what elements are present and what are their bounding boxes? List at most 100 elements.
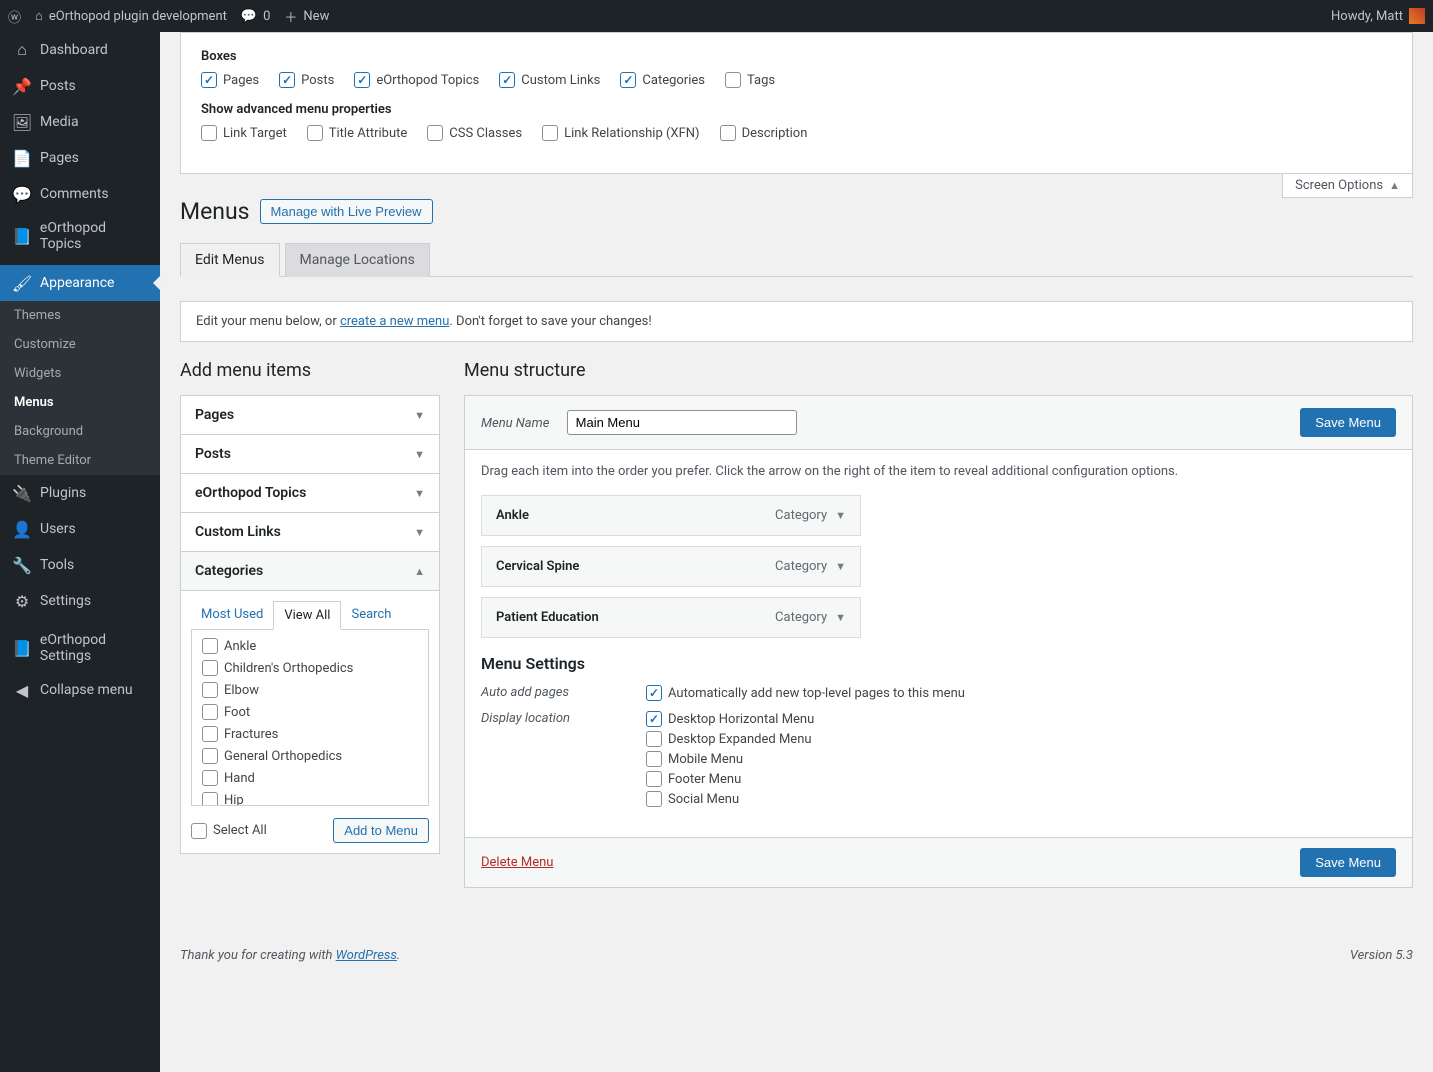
category-label: Foot — [224, 705, 250, 720]
checkbox-icon — [720, 125, 736, 141]
menu-icon: ⚙ — [12, 591, 32, 611]
screen-options-tab[interactable]: Screen Options ▲ — [1282, 174, 1413, 198]
checkbox-icon — [279, 72, 295, 88]
inner-tab-most-used[interactable]: Most Used — [191, 601, 273, 629]
sidebar-item-settings[interactable]: ⚙Settings — [0, 583, 160, 619]
sidebar-item-label: eOrthopod Topics — [40, 220, 148, 252]
location-cb-footer-menu[interactable]: Footer Menu — [646, 771, 1396, 787]
advanced-cb-link-relationship-xfn-[interactable]: Link Relationship (XFN) — [542, 125, 699, 141]
menu-icon: 🖌 — [12, 273, 32, 293]
category-cb-hip[interactable]: Hip — [202, 792, 418, 806]
notice-prefix: Edit your menu below, or — [196, 314, 340, 329]
menu-item-patient-education[interactable]: Patient EducationCategory ▼ — [481, 597, 861, 638]
chevron-down-icon[interactable]: ▼ — [835, 611, 846, 624]
location-cb-desktop-horizontal-menu[interactable]: Desktop Horizontal Menu — [646, 711, 1396, 727]
category-cb-ankle[interactable]: Ankle — [202, 638, 418, 654]
greeting-text: Howdy, Matt — [1331, 9, 1403, 24]
sidebar-item-label: Plugins — [40, 485, 86, 501]
delete-menu-link[interactable]: Delete Menu — [481, 855, 553, 870]
menu-item-cervical-spine[interactable]: Cervical SpineCategory ▼ — [481, 546, 861, 587]
accordion-header-pages[interactable]: Pages▼ — [181, 396, 439, 434]
sidebar-item-tools[interactable]: 🔧Tools — [0, 547, 160, 583]
advanced-cb-link-target[interactable]: Link Target — [201, 125, 287, 141]
checkbox-label: Tags — [747, 73, 775, 88]
category-label: Hip — [224, 793, 244, 807]
sidebar-item-collapse-menu[interactable]: ◀Collapse menu — [0, 672, 160, 708]
auto-add-checkbox[interactable]: Automatically add new top-level pages to… — [646, 685, 1396, 701]
tab-edit-menus[interactable]: Edit Menus — [180, 243, 280, 277]
menu-item-type: Category ▼ — [775, 610, 846, 625]
new-content-link[interactable]: ＋New — [284, 7, 329, 26]
sidebar-item-plugins[interactable]: 🔌Plugins — [0, 475, 160, 511]
box-cb-posts[interactable]: Posts — [279, 72, 334, 88]
select-all-checkbox[interactable]: Select All — [191, 823, 267, 839]
menu-name-input[interactable] — [567, 410, 797, 435]
home-icon: ⌂ — [35, 8, 43, 24]
category-cb-general-orthopedics[interactable]: General Orthopedics — [202, 748, 418, 764]
accordion-label: Custom Links — [195, 524, 281, 540]
box-cb-tags[interactable]: Tags — [725, 72, 775, 88]
submenu-item-widgets[interactable]: Widgets — [0, 359, 160, 388]
user-account-link[interactable]: Howdy, Matt — [1331, 8, 1425, 24]
inner-tab-view-all[interactable]: View All — [273, 601, 341, 630]
submenu-item-themes[interactable]: Themes — [0, 301, 160, 330]
sidebar-item-dashboard[interactable]: ⌂Dashboard — [0, 32, 160, 68]
sidebar-item-media[interactable]: 🖼Media — [0, 104, 160, 140]
category-cb-fractures[interactable]: Fractures — [202, 726, 418, 742]
category-cb-children-s-orthopedics[interactable]: Children's Orthopedics — [202, 660, 418, 676]
accordion-header-posts[interactable]: Posts▼ — [181, 435, 439, 473]
create-menu-link[interactable]: create a new menu — [340, 314, 449, 329]
sidebar-item-eorthopod-topics[interactable]: 📘eOrthopod Topics — [0, 212, 160, 260]
accordion-header-eorthopod-topics[interactable]: eOrthopod Topics▼ — [181, 474, 439, 512]
checkbox-label: eOrthopod Topics — [376, 73, 479, 88]
box-cb-pages[interactable]: Pages — [201, 72, 259, 88]
advanced-cb-css-classes[interactable]: CSS Classes — [427, 125, 522, 141]
nav-tabs: Edit MenusManage Locations — [180, 243, 1413, 277]
tab-manage-locations[interactable]: Manage Locations — [285, 243, 430, 277]
wordpress-link[interactable]: WordPress — [336, 948, 397, 963]
location-cb-social-menu[interactable]: Social Menu — [646, 791, 1396, 807]
save-menu-button-bottom[interactable]: Save Menu — [1300, 848, 1396, 877]
accordion-header-categories[interactable]: Categories▲ — [181, 552, 439, 590]
menu-item-ankle[interactable]: AnkleCategory ▼ — [481, 495, 861, 536]
box-cb-categories[interactable]: Categories — [620, 72, 705, 88]
auto-add-label: Auto add pages — [481, 685, 646, 705]
site-link[interactable]: ⌂eOrthopod plugin development — [35, 8, 227, 24]
live-preview-button[interactable]: Manage with Live Preview — [260, 199, 433, 224]
sidebar-item-pages[interactable]: 📄Pages — [0, 140, 160, 176]
category-label: Elbow — [224, 683, 259, 698]
checkbox-label: Categories — [642, 73, 705, 88]
sidebar-item-comments[interactable]: 💬Comments — [0, 176, 160, 212]
submenu-item-customize[interactable]: Customize — [0, 330, 160, 359]
chevron-down-icon[interactable]: ▼ — [835, 509, 846, 522]
category-list[interactable]: Ankle Children's Orthopedics Elbow Foot Frac… — [191, 630, 429, 806]
submenu-item-background[interactable]: Background — [0, 417, 160, 446]
add-items-accordion: Pages▼Posts▼eOrthopod Topics▼Custom Link… — [180, 395, 440, 854]
wp-logo-icon[interactable]: ⓦ — [8, 7, 21, 26]
submenu-item-menus[interactable]: Menus — [0, 388, 160, 417]
add-to-menu-button[interactable]: Add to Menu — [333, 818, 429, 843]
box-cb-custom-links[interactable]: Custom Links — [499, 72, 600, 88]
sidebar-item-appearance[interactable]: 🖌Appearance — [0, 265, 160, 301]
category-cb-foot[interactable]: Foot — [202, 704, 418, 720]
checkbox-icon — [725, 72, 741, 88]
chevron-down-icon[interactable]: ▼ — [835, 560, 846, 573]
sidebar-item-users[interactable]: 👤Users — [0, 511, 160, 547]
comment-count: 0 — [263, 9, 270, 24]
advanced-cb-description[interactable]: Description — [720, 125, 808, 141]
advanced-cb-title-attribute[interactable]: Title Attribute — [307, 125, 408, 141]
box-cb-eorthopod-topics[interactable]: eOrthopod Topics — [354, 72, 479, 88]
location-cb-mobile-menu[interactable]: Mobile Menu — [646, 751, 1396, 767]
category-cb-elbow[interactable]: Elbow — [202, 682, 418, 698]
save-menu-button-top[interactable]: Save Menu — [1300, 408, 1396, 437]
comments-link[interactable]: 💬0 — [241, 9, 271, 24]
submenu-item-theme-editor[interactable]: Theme Editor — [0, 446, 160, 475]
accordion-header-custom-links[interactable]: Custom Links▼ — [181, 513, 439, 551]
sidebar-item-posts[interactable]: 📌Posts — [0, 68, 160, 104]
location-cb-desktop-expanded-menu[interactable]: Desktop Expanded Menu — [646, 731, 1396, 747]
sidebar-item-eorthopod-settings[interactable]: 📘eOrthopod Settings — [0, 624, 160, 672]
category-cb-hand[interactable]: Hand — [202, 770, 418, 786]
menu-structure-panel: Menu Name Save Menu Drag each item into … — [464, 395, 1413, 888]
inner-tab-search[interactable]: Search — [341, 601, 401, 629]
checkbox-icon — [427, 125, 443, 141]
